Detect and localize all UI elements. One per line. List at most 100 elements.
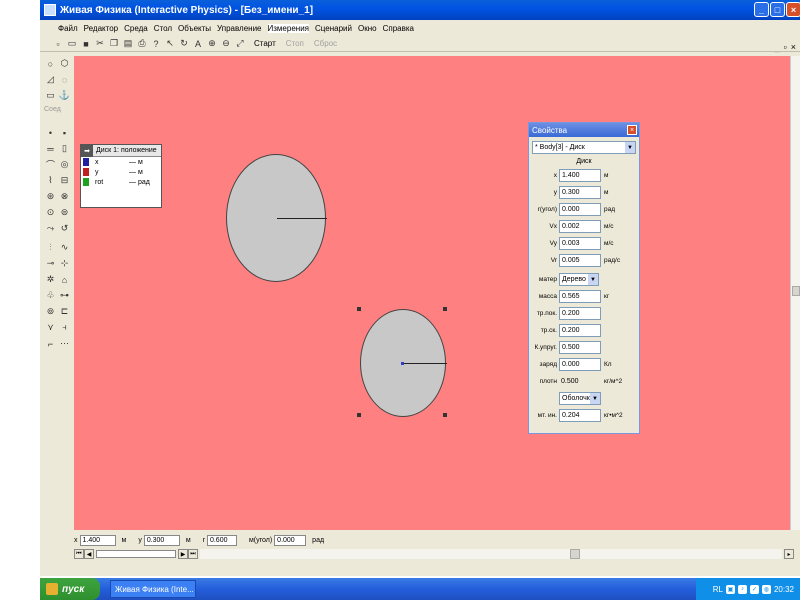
close-button[interactable]: × bbox=[786, 2, 800, 17]
chevron-down-icon[interactable]: ▼ bbox=[625, 142, 635, 153]
spring-tool-icon[interactable]: ⌇ bbox=[45, 175, 56, 186]
anchor-tool-icon[interactable]: ⚓ bbox=[59, 90, 70, 101]
taskbar-app-button[interactable]: Живая Физика (Inte... bbox=[110, 580, 196, 598]
frame-tool-icon[interactable]: ⌂ bbox=[59, 274, 70, 285]
tray-app-icon[interactable]: ◍ bbox=[761, 584, 771, 594]
menu-script[interactable]: Сценарий bbox=[315, 24, 352, 33]
first-frame-icon[interactable]: ⏮ bbox=[74, 549, 84, 559]
status-r-field[interactable]: 0.600 bbox=[206, 534, 237, 546]
torque-tool-icon[interactable]: ↺ bbox=[59, 223, 70, 234]
prop-input-kinetic-friction[interactable]: 0.200 bbox=[559, 324, 601, 337]
status-angle-field[interactable]: 0.000 bbox=[274, 534, 307, 546]
prop-input-x[interactable]: 1.400 bbox=[559, 169, 601, 182]
prop-input-y[interactable]: 0.300 bbox=[559, 186, 601, 199]
menu-world[interactable]: Среда bbox=[124, 24, 148, 33]
horizontal-scrollbar[interactable]: ⏮ ◀ ▶ ⏭ ▸ bbox=[74, 548, 794, 560]
keyed-tool-icon[interactable]: ✲ bbox=[45, 274, 56, 285]
prev-frame-icon[interactable]: ◀ bbox=[84, 549, 94, 559]
save-icon[interactable]: ■ bbox=[80, 38, 92, 50]
position-meter[interactable]: ➡ Диск 1: положение x — м y — м rot — ра… bbox=[80, 144, 162, 208]
separator-tool-icon[interactable]: ⊚ bbox=[45, 306, 56, 317]
new-icon[interactable]: ▫ bbox=[52, 38, 64, 50]
prop-input-vx[interactable]: 0.002 bbox=[559, 220, 601, 233]
selection-handle[interactable] bbox=[357, 413, 361, 417]
copy-icon[interactable]: ❐ bbox=[108, 38, 120, 50]
chevron-down-icon[interactable]: ▼ bbox=[588, 274, 598, 285]
vertical-scroll-thumb[interactable] bbox=[792, 286, 800, 296]
meter-header[interactable]: ➡ Диск 1: положение bbox=[81, 144, 161, 157]
status-y-field[interactable]: 0.300 bbox=[143, 534, 180, 546]
rotate-icon[interactable]: ↻ bbox=[178, 38, 190, 50]
start-button[interactable]: Старт bbox=[254, 39, 276, 48]
horizontal-scroll-thumb[interactable] bbox=[570, 549, 580, 559]
paste-icon[interactable]: ▤ bbox=[122, 38, 134, 50]
rope-tool-icon[interactable]: ▯ bbox=[59, 143, 70, 154]
security-icon[interactable]: ✓ bbox=[749, 584, 759, 594]
curve-tool-icon[interactable]: ◿ bbox=[45, 74, 56, 85]
title-bar[interactable]: Живая Физика (Interactive Physics) - [Бе… bbox=[40, 0, 800, 20]
frame-slider[interactable] bbox=[96, 550, 176, 558]
pulley-tool-icon[interactable]: ⊛ bbox=[45, 191, 56, 202]
prop-input-mass[interactable]: 0.565 bbox=[559, 290, 601, 303]
vertical-scrollbar[interactable] bbox=[790, 56, 800, 530]
prop-input-static-friction[interactable]: 0.200 bbox=[559, 307, 601, 320]
prop-input-charge[interactable]: 0.000 bbox=[559, 358, 601, 371]
maximize-button[interactable]: □ bbox=[770, 2, 785, 17]
menu-control[interactable]: Управление bbox=[217, 24, 261, 33]
point-tool-icon[interactable]: • bbox=[45, 127, 56, 138]
properties-close-button[interactable]: × bbox=[627, 125, 637, 135]
zoom-in-icon[interactable]: ⊕ bbox=[206, 38, 218, 50]
material-select[interactable]: Дерево ▼ bbox=[559, 273, 599, 286]
selection-handle[interactable] bbox=[443, 413, 447, 417]
rectangle-tool-icon[interactable]: ▭ bbox=[45, 90, 56, 101]
slider-tool-icon[interactable]: ⊶ bbox=[59, 290, 70, 301]
help-icon[interactable]: ? bbox=[150, 38, 162, 50]
last-frame-icon[interactable]: ⏭ bbox=[188, 549, 198, 559]
join-tool-icon[interactable]: ⊹ bbox=[59, 258, 70, 269]
lasso-tool-icon[interactable]: ◌ bbox=[59, 74, 70, 85]
zoom-out-icon[interactable]: ⊖ bbox=[220, 38, 232, 50]
rod-tool-icon[interactable]: ═ bbox=[45, 143, 56, 154]
reset-button[interactable]: Сброс bbox=[314, 39, 337, 48]
fit-icon[interactable]: ⤢ bbox=[234, 38, 246, 50]
motor-tool-icon[interactable]: ⊙ bbox=[45, 207, 56, 218]
volume-icon[interactable]: ♪ bbox=[737, 584, 747, 594]
vertical-rope-icon[interactable]: ⋎ bbox=[45, 322, 56, 333]
prop-input-vy[interactable]: 0.003 bbox=[559, 237, 601, 250]
pulley2-tool-icon[interactable]: ⊗ bbox=[59, 191, 70, 202]
menu-help[interactable]: Справка bbox=[383, 24, 414, 33]
menu-file[interactable]: Файл bbox=[58, 24, 78, 33]
stop-button[interactable]: Стоп bbox=[286, 39, 304, 48]
wave-tool-icon[interactable]: ∿ bbox=[59, 242, 70, 253]
cut-icon[interactable]: ✂ bbox=[94, 38, 106, 50]
disk-body-1[interactable] bbox=[226, 154, 327, 282]
meter-arrow-icon[interactable]: ➡ bbox=[81, 144, 93, 157]
open-icon[interactable]: ▭ bbox=[66, 38, 78, 50]
disk-body-2[interactable] bbox=[360, 309, 447, 417]
menu-edit[interactable]: Редактор bbox=[84, 24, 118, 33]
horizontal-scroll-track[interactable] bbox=[200, 549, 782, 559]
circle-tool-icon[interactable]: ○ bbox=[45, 58, 56, 69]
next-frame-icon[interactable]: ▶ bbox=[178, 549, 188, 559]
menu-table[interactable]: Стол bbox=[154, 24, 172, 33]
prop-input-moment[interactable]: 0.204 bbox=[559, 409, 601, 422]
properties-title-bar[interactable]: Свойства × bbox=[529, 123, 639, 137]
dashed-tool-icon[interactable]: ⋯ bbox=[59, 338, 70, 349]
damper-tool-icon[interactable]: ⊟ bbox=[59, 175, 70, 186]
simulation-canvas[interactable]: ➡ Диск 1: положение x — м y — м rot — ра… bbox=[74, 56, 790, 530]
scroll-right-icon[interactable]: ▸ bbox=[784, 549, 794, 559]
menu-objects[interactable]: Объекты bbox=[178, 24, 211, 33]
menu-window[interactable]: Окно bbox=[358, 24, 377, 33]
actuator-tool-icon[interactable]: ⊜ bbox=[59, 207, 70, 218]
print-icon[interactable]: ⎙ bbox=[136, 38, 148, 50]
text-icon[interactable]: A bbox=[192, 38, 204, 50]
constraint-tool-icon[interactable]: ⌐ bbox=[45, 338, 56, 349]
object-select[interactable]: * Body[3] - Диск ▼ bbox=[532, 141, 636, 154]
curved-slot-icon[interactable]: ♧ bbox=[45, 290, 56, 301]
force-tool-icon[interactable]: ⤳ bbox=[45, 223, 56, 234]
minimize-button[interactable]: _ bbox=[754, 2, 769, 17]
network-icon[interactable]: ▣ bbox=[725, 584, 735, 594]
status-x-field[interactable]: 1.400 bbox=[79, 534, 116, 546]
start-button[interactable]: пуск bbox=[40, 578, 100, 600]
rail-tool-icon[interactable]: ⊏ bbox=[59, 306, 70, 317]
